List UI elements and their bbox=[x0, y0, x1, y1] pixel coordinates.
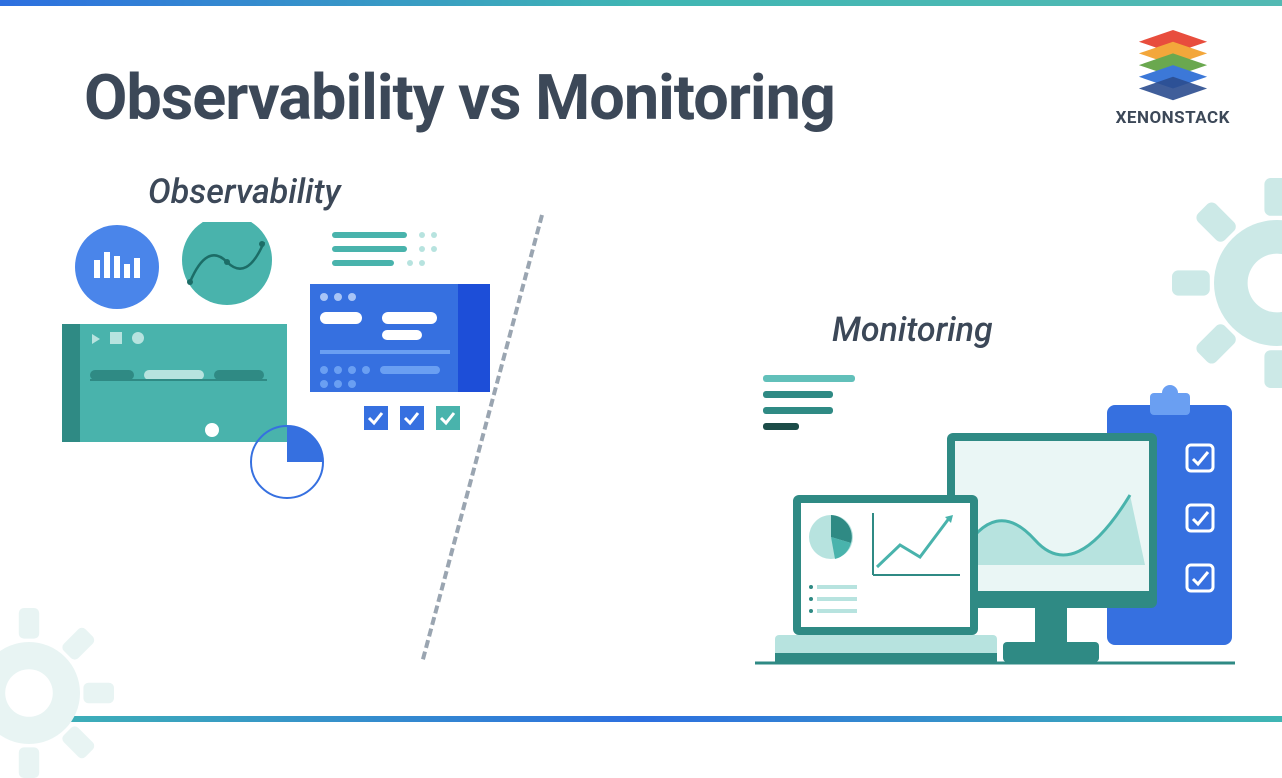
gear-decoration-right bbox=[1172, 178, 1282, 388]
pie-quarter-icon bbox=[251, 426, 323, 498]
bar-chart-icon bbox=[75, 225, 159, 309]
observability-illustration bbox=[62, 222, 502, 502]
dashboard-panel-blue bbox=[310, 284, 490, 392]
brand-block: XENONSTACK bbox=[1116, 30, 1230, 128]
list-lines-icon bbox=[332, 232, 437, 266]
brand-name: XENONSTACK bbox=[1116, 108, 1230, 128]
bottom-gradient-bar bbox=[0, 716, 1282, 722]
monitoring-illustration bbox=[755, 375, 1235, 675]
page-title: Observability vs Monitoring bbox=[84, 62, 835, 135]
dashboard-panel-teal bbox=[62, 324, 287, 442]
observability-label: Observability bbox=[148, 172, 341, 212]
spline-chart-icon bbox=[182, 222, 272, 305]
laptop-icon bbox=[775, 495, 997, 663]
gear-decoration-left bbox=[0, 608, 114, 778]
checkbox-row-icon bbox=[364, 406, 460, 430]
top-gradient-bar bbox=[0, 0, 1282, 6]
brand-logo-icon bbox=[1134, 30, 1212, 102]
monitoring-label: Monitoring bbox=[832, 310, 993, 350]
status-lines-icon bbox=[763, 375, 855, 430]
